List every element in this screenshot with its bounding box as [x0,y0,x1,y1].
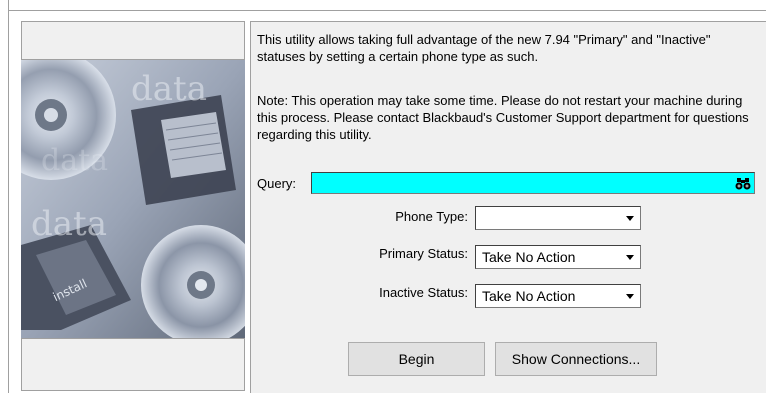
note-text: Note: This operation may take some time.… [257,93,749,142]
intro-text: This utility allows taking full advantag… [257,32,711,64]
decorative-artwork: data data data install [21,59,245,339]
art-text-2: data [41,143,108,178]
primary-status-select[interactable]: Take No Action [475,245,641,269]
binoculars-icon[interactable] [735,175,751,191]
inactive-status-select[interactable]: Take No Action [475,284,641,308]
top-divider [8,10,766,11]
inactive-status-value: Take No Action [482,288,576,304]
art-text-1: data [131,69,207,109]
query-label: Query: [257,176,297,191]
phone-type-label: Phone Type: [395,209,468,224]
begin-button[interactable]: Begin [348,342,485,376]
show-connections-button[interactable]: Show Connections... [495,342,657,376]
primary-status-value: Take No Action [482,249,576,265]
primary-status-label: Primary Status: [379,246,468,261]
chevron-down-icon[interactable] [621,247,639,267]
phone-type-select[interactable] [475,206,641,230]
art-text-3: data [31,204,107,244]
inactive-status-label: Inactive Status: [379,285,468,300]
chevron-down-icon[interactable] [621,208,639,228]
chevron-down-icon[interactable] [621,286,639,306]
query-field[interactable] [311,172,755,194]
